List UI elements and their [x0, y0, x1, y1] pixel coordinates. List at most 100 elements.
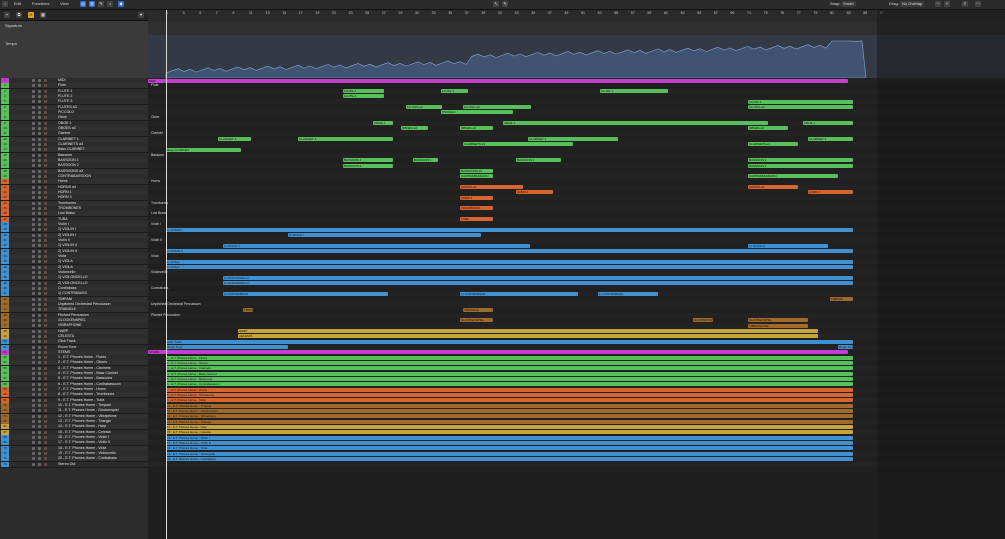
record-button[interactable] — [44, 270, 47, 274]
mute-button[interactable] — [32, 217, 35, 221]
region[interactable]: 1) VIOLIN II — [223, 243, 530, 248]
region[interactable]: CELESTA — [238, 334, 818, 339]
region[interactable]: HORNS a4 — [748, 185, 798, 190]
mute-button[interactable] — [32, 313, 35, 317]
region[interactable]: HORN 1 — [516, 190, 553, 195]
mute-button[interactable] — [32, 436, 35, 440]
region[interactable]: TRIANGLE — [463, 307, 493, 312]
region[interactable]: 15 - E.T. Phones Home - Celesta — [166, 430, 853, 435]
solo-button[interactable] — [38, 142, 41, 146]
track-name[interactable]: CLARINETS a3 — [58, 142, 83, 147]
solo-button[interactable] — [38, 356, 41, 360]
mute-button[interactable] — [32, 388, 35, 392]
solo-button[interactable] — [38, 217, 41, 221]
solo-button[interactable] — [38, 324, 41, 328]
solo-button[interactable] — [38, 164, 41, 168]
record-button[interactable] — [44, 142, 47, 146]
mute-button[interactable] — [32, 116, 35, 120]
record-button[interactable] — [44, 366, 47, 370]
track-name[interactable]: 18 - E.T. Phones Home - Viola — [58, 446, 106, 451]
track-name[interactable]: Clarinet — [58, 131, 70, 136]
region[interactable]: 17 - E.T. Phones Home - Violin II — [166, 440, 853, 445]
record-button[interactable] — [44, 430, 47, 434]
region[interactable]: OBOE 1 — [803, 121, 853, 126]
mute-button[interactable] — [32, 340, 35, 344]
region[interactable]: 8 - E.T. Phones Home - Trombones — [166, 392, 853, 397]
track-name[interactable]: Pitched Percussion — [58, 313, 89, 318]
mute-button[interactable] — [32, 366, 35, 370]
track-name[interactable]: 12 - E.T. Phones Home - Vibraphone — [58, 414, 117, 419]
track-name[interactable]: 6 - E.T. Phones Home - Contrabassoon — [58, 382, 121, 387]
solo-button[interactable] — [38, 260, 41, 264]
mute-button[interactable] — [32, 260, 35, 264]
mute-button[interactable] — [32, 84, 35, 88]
solo-button[interactable] — [38, 116, 41, 120]
record-button[interactable] — [44, 148, 47, 152]
track-name[interactable]: 2) VIOLONCELLO — [58, 281, 88, 286]
region[interactable]: 6 - E.T. Phones Home - Contrabassoon — [166, 382, 853, 387]
mute-button[interactable] — [32, 420, 35, 424]
record-button[interactable] — [44, 169, 47, 173]
track-name[interactable]: BASSOON 1 — [58, 158, 79, 163]
record-button[interactable] — [44, 121, 47, 125]
record-button[interactable] — [44, 89, 47, 93]
record-button[interactable] — [44, 297, 47, 301]
region[interactable]: CLARINET 1 — [218, 137, 251, 142]
track-name[interactable]: HORN 1 — [58, 190, 72, 195]
mute-button[interactable] — [32, 110, 35, 114]
record-button[interactable] — [44, 404, 47, 408]
region[interactable]: CLARINETS a3 — [748, 142, 798, 147]
track-name[interactable]: Violoncello — [58, 270, 75, 275]
solo-button[interactable] — [38, 206, 41, 210]
solo-button[interactable] — [38, 308, 41, 312]
mute-button[interactable] — [32, 158, 35, 162]
region[interactable]: 2) VIOLA — [166, 265, 853, 270]
mute-button[interactable] — [32, 254, 35, 258]
record-button[interactable] — [44, 286, 47, 290]
solo-button[interactable] — [38, 452, 41, 456]
mute-button[interactable] — [32, 286, 35, 290]
track-name[interactable]: TIMPANI — [58, 297, 72, 302]
region[interactable]: TIMPANI — [830, 297, 853, 302]
solo-button[interactable] — [38, 281, 41, 285]
mute-button[interactable] — [32, 414, 35, 418]
region[interactable]: GLOCKENSPIEL — [748, 318, 808, 323]
region[interactable]: FLUTE 1 — [600, 89, 668, 94]
mute-button[interactable] — [32, 196, 35, 200]
pencil-tool-icon[interactable]: ✎ — [502, 1, 508, 7]
mute-button[interactable] — [32, 100, 35, 104]
solo-button[interactable] — [38, 340, 41, 344]
snap-select[interactable]: Smart — [841, 1, 856, 7]
region[interactable]: 10 - E.T. Phones Home - Timpani — [166, 403, 853, 408]
solo-button[interactable] — [38, 153, 41, 157]
region[interactable]: FLUTES a3 — [463, 105, 531, 110]
record-button[interactable] — [44, 398, 47, 402]
global-tracks-icon[interactable]: ▦ — [40, 12, 46, 18]
record-button[interactable] — [44, 174, 47, 178]
track-name[interactable]: 2 - E.T. Phones Home - Oboes — [58, 360, 107, 365]
record-button[interactable] — [44, 164, 47, 168]
record-button[interactable] — [44, 79, 47, 82]
record-button[interactable] — [44, 324, 47, 328]
record-button[interactable] — [44, 238, 47, 242]
record-button[interactable] — [44, 302, 47, 306]
record-button[interactable] — [44, 190, 47, 194]
mute-button[interactable] — [32, 457, 35, 461]
mute-button[interactable] — [32, 308, 35, 312]
solo-button[interactable] — [38, 265, 41, 269]
record-button[interactable] — [44, 457, 47, 461]
mute-button[interactable] — [32, 249, 35, 253]
track-name[interactable]: 2) VIOLIN II — [58, 249, 77, 254]
solo-button[interactable] — [38, 137, 41, 141]
mute-button[interactable] — [32, 222, 35, 226]
solo-button[interactable] — [38, 132, 41, 136]
track-name[interactable]: PICCOLO — [58, 110, 74, 115]
region[interactable]: 1 - E.T. Phones Home - Flutes — [166, 355, 853, 360]
mute-button[interactable] — [32, 121, 35, 125]
record-button[interactable] — [44, 382, 47, 386]
mute-button[interactable] — [32, 105, 35, 109]
record-button[interactable] — [44, 244, 47, 248]
region[interactable]: 2) VIOLIN I — [288, 233, 481, 238]
track-name[interactable]: Oboe — [58, 115, 67, 120]
record-button[interactable] — [44, 100, 47, 104]
